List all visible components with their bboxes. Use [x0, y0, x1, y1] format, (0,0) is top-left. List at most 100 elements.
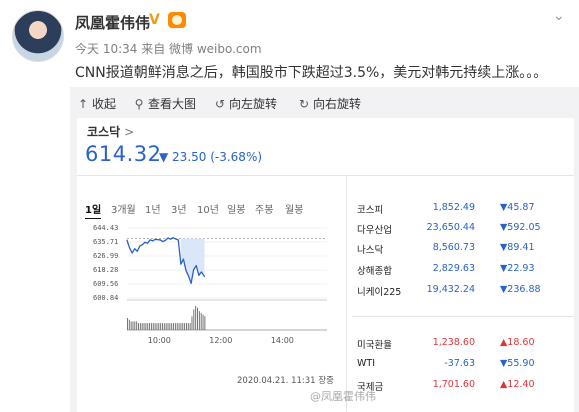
y-tick-label: 626.99 [93, 252, 119, 260]
volume-bar [169, 323, 171, 330]
view-large-button[interactable]: ⚲ 查看大图 [133, 95, 196, 112]
column-divider [346, 175, 347, 412]
volume-bar [174, 323, 176, 330]
quote-value: 2,829.63 [432, 263, 475, 274]
volume-bar [152, 323, 154, 330]
volume-bar [156, 323, 158, 330]
period-tab[interactable]: 월봉 [285, 201, 303, 216]
rotate-right-button[interactable]: ↻ 向右旋转 [298, 95, 361, 112]
volume-bar [130, 321, 132, 330]
index-name: 코스닥 > [87, 125, 135, 139]
quote-value: 1,701.60 [432, 379, 475, 390]
volume-bar [165, 323, 167, 330]
quote-name: 나스닥 [357, 245, 384, 256]
volume-bar [127, 318, 128, 330]
volume-bar [134, 321, 136, 330]
price-line-segment [126, 239, 131, 249]
quote-change: ▲12.40 [500, 379, 535, 390]
price-line-segment [128, 247, 133, 254]
quote-value: 23,650.44 [426, 222, 475, 233]
quote-name: 다우산업 [357, 225, 392, 236]
verified-icon: V [149, 12, 160, 28]
chevron-down-icon[interactable]: ⌄ [553, 8, 565, 24]
volume-bar [163, 323, 165, 330]
quote-value: -37.63 [444, 358, 475, 369]
quote-value: 19,432.24 [426, 284, 475, 295]
quote-name: WTI [357, 358, 375, 369]
volume-bar [178, 323, 180, 330]
volume-bar [167, 323, 169, 330]
volume-bar [145, 323, 147, 330]
divider [77, 175, 574, 176]
volume-bar [182, 323, 184, 330]
volume-bar [202, 314, 204, 330]
quote-change: ▼55.90 [500, 358, 535, 369]
y-tick-label: 609.56 [93, 279, 119, 288]
quote-row[interactable]: 나스닥 8,560.73 ▼89.41 [357, 242, 567, 258]
collapse-button[interactable]: ↑ 收起 [77, 95, 116, 112]
quote-change: ▼89.41 [500, 242, 535, 253]
volume-bar [143, 323, 145, 330]
period-tab[interactable]: 1일 [85, 201, 102, 219]
quote-row[interactable]: 상해종합 2,829.63 ▼22.93 [357, 263, 567, 279]
quote-change: ▼236.88 [500, 284, 541, 295]
rotate-left-icon: ↺ [214, 97, 226, 111]
volume-bar [136, 321, 138, 330]
post-content: CNN报道朝鲜消息之后，韩国股市下跌超过3.5%，美元对韩元持续上涨。。。 [75, 65, 548, 81]
quote-name: 코스피 [357, 205, 384, 216]
volume-bar [187, 323, 189, 330]
volume-bar [138, 323, 139, 330]
volume-bar [149, 323, 151, 330]
x-tick-label: 10:00 [147, 336, 171, 345]
period-tab[interactable]: 일봉 [227, 201, 245, 216]
quote-row[interactable]: 니케이225 19,432.24 ▼236.88 [357, 284, 567, 300]
period-tab[interactable]: 3개월 [111, 201, 136, 216]
username[interactable]: 凤凰霍伟伟 [75, 12, 150, 33]
watermark: @凤凰霍伟伟 [310, 390, 376, 403]
rotate-right-icon: ↻ [298, 97, 310, 111]
y-tick-label: 600.84 [93, 294, 119, 302]
volume-bar [204, 316, 206, 330]
volume-bar [154, 323, 156, 330]
volume-bar [193, 309, 195, 330]
volume-bar [128, 319, 130, 330]
x-tick-label: 12:00 [209, 336, 233, 345]
quote-row[interactable]: 미국환율 1,238.60 ▲18.60 [357, 337, 567, 353]
volume-bar [139, 323, 141, 330]
period-tab[interactable]: 3년 [171, 201, 187, 216]
period-tab[interactable]: 10년 [197, 201, 219, 216]
volume-bar [150, 323, 152, 330]
volume-bar [184, 323, 186, 330]
avatar[interactable] [12, 10, 64, 62]
volume-bar [147, 323, 149, 330]
quote-change: ▼22.93 [500, 263, 535, 274]
quote-value: 1,852.49 [432, 202, 475, 213]
period-tab[interactable]: 주봉 [255, 201, 273, 216]
quote-change: ▼592.05 [500, 222, 541, 233]
quote-row[interactable]: 코스피 1,852.49 ▼45.87 [357, 202, 567, 218]
quote-row[interactable]: 다우산업 23,650.44 ▼592.05 [357, 222, 567, 238]
price-line-segment [131, 248, 136, 254]
rotate-left-button[interactable]: ↺ 向左旋转 [214, 95, 277, 112]
volume-bar [195, 306, 197, 330]
volume-bar [132, 321, 134, 330]
arrow-up-icon: ↑ [77, 97, 89, 111]
search-icon: ⚲ [134, 97, 144, 111]
quote-name: 니케이225 [357, 287, 402, 298]
quote-change: ▲18.60 [500, 337, 535, 348]
weibo-post: 凤凰霍伟伟 V 今天 10:34 来自 微博 weibo.com ⌄ CNN报道… [0, 0, 579, 412]
volume-bar [189, 323, 191, 330]
volume-bar [158, 323, 160, 330]
quote-row[interactable]: 국제금 1,701.60 ▲12.40 [357, 379, 567, 395]
stock-screenshot: 코스닥 > 614.32 ▼ 23.50 (-3.68%) 1일 3개월 1년 3년 10… [77, 118, 574, 412]
quote-change: ▼45.87 [500, 202, 535, 213]
period-tab[interactable]: 1년 [145, 201, 161, 216]
y-tick-label: 635.71 [93, 238, 119, 246]
volume-bar [176, 323, 178, 330]
volume-bar [160, 323, 162, 330]
volume-bar [185, 323, 187, 330]
y-tick-label: 618.28 [93, 265, 119, 274]
x-tick-label: 14:00 [270, 336, 294, 345]
post-time[interactable]: 今天 10:34 来自 微博 weibo.com [75, 40, 262, 57]
quote-row[interactable]: WTI -37.63 ▼55.90 [357, 358, 567, 374]
